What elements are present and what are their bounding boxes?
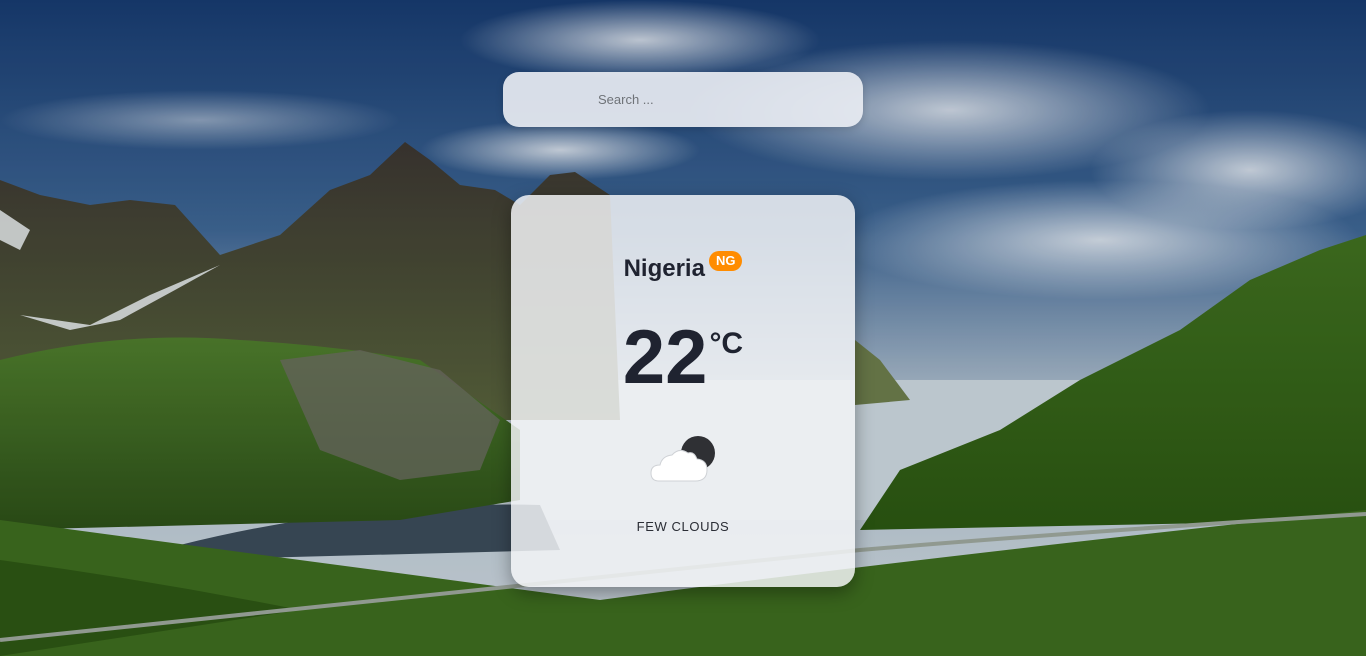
location-row: Nigeria NG — [511, 251, 855, 283]
weather-description: FEW CLOUDS — [636, 519, 730, 534]
search-bar — [503, 72, 863, 127]
country-badge: NG — [708, 251, 743, 271]
search-input[interactable] — [503, 72, 863, 127]
city-name: Nigeria — [623, 255, 705, 282]
temperature-row: 22°C — [511, 317, 855, 399]
temperature-value: 22 — [622, 315, 708, 400]
temperature-unit: °C — [709, 327, 744, 360]
few-clouds-night-icon — [649, 435, 719, 485]
weather-card: Nigeria NG 22°C FEW CLOUDS — [511, 195, 855, 587]
